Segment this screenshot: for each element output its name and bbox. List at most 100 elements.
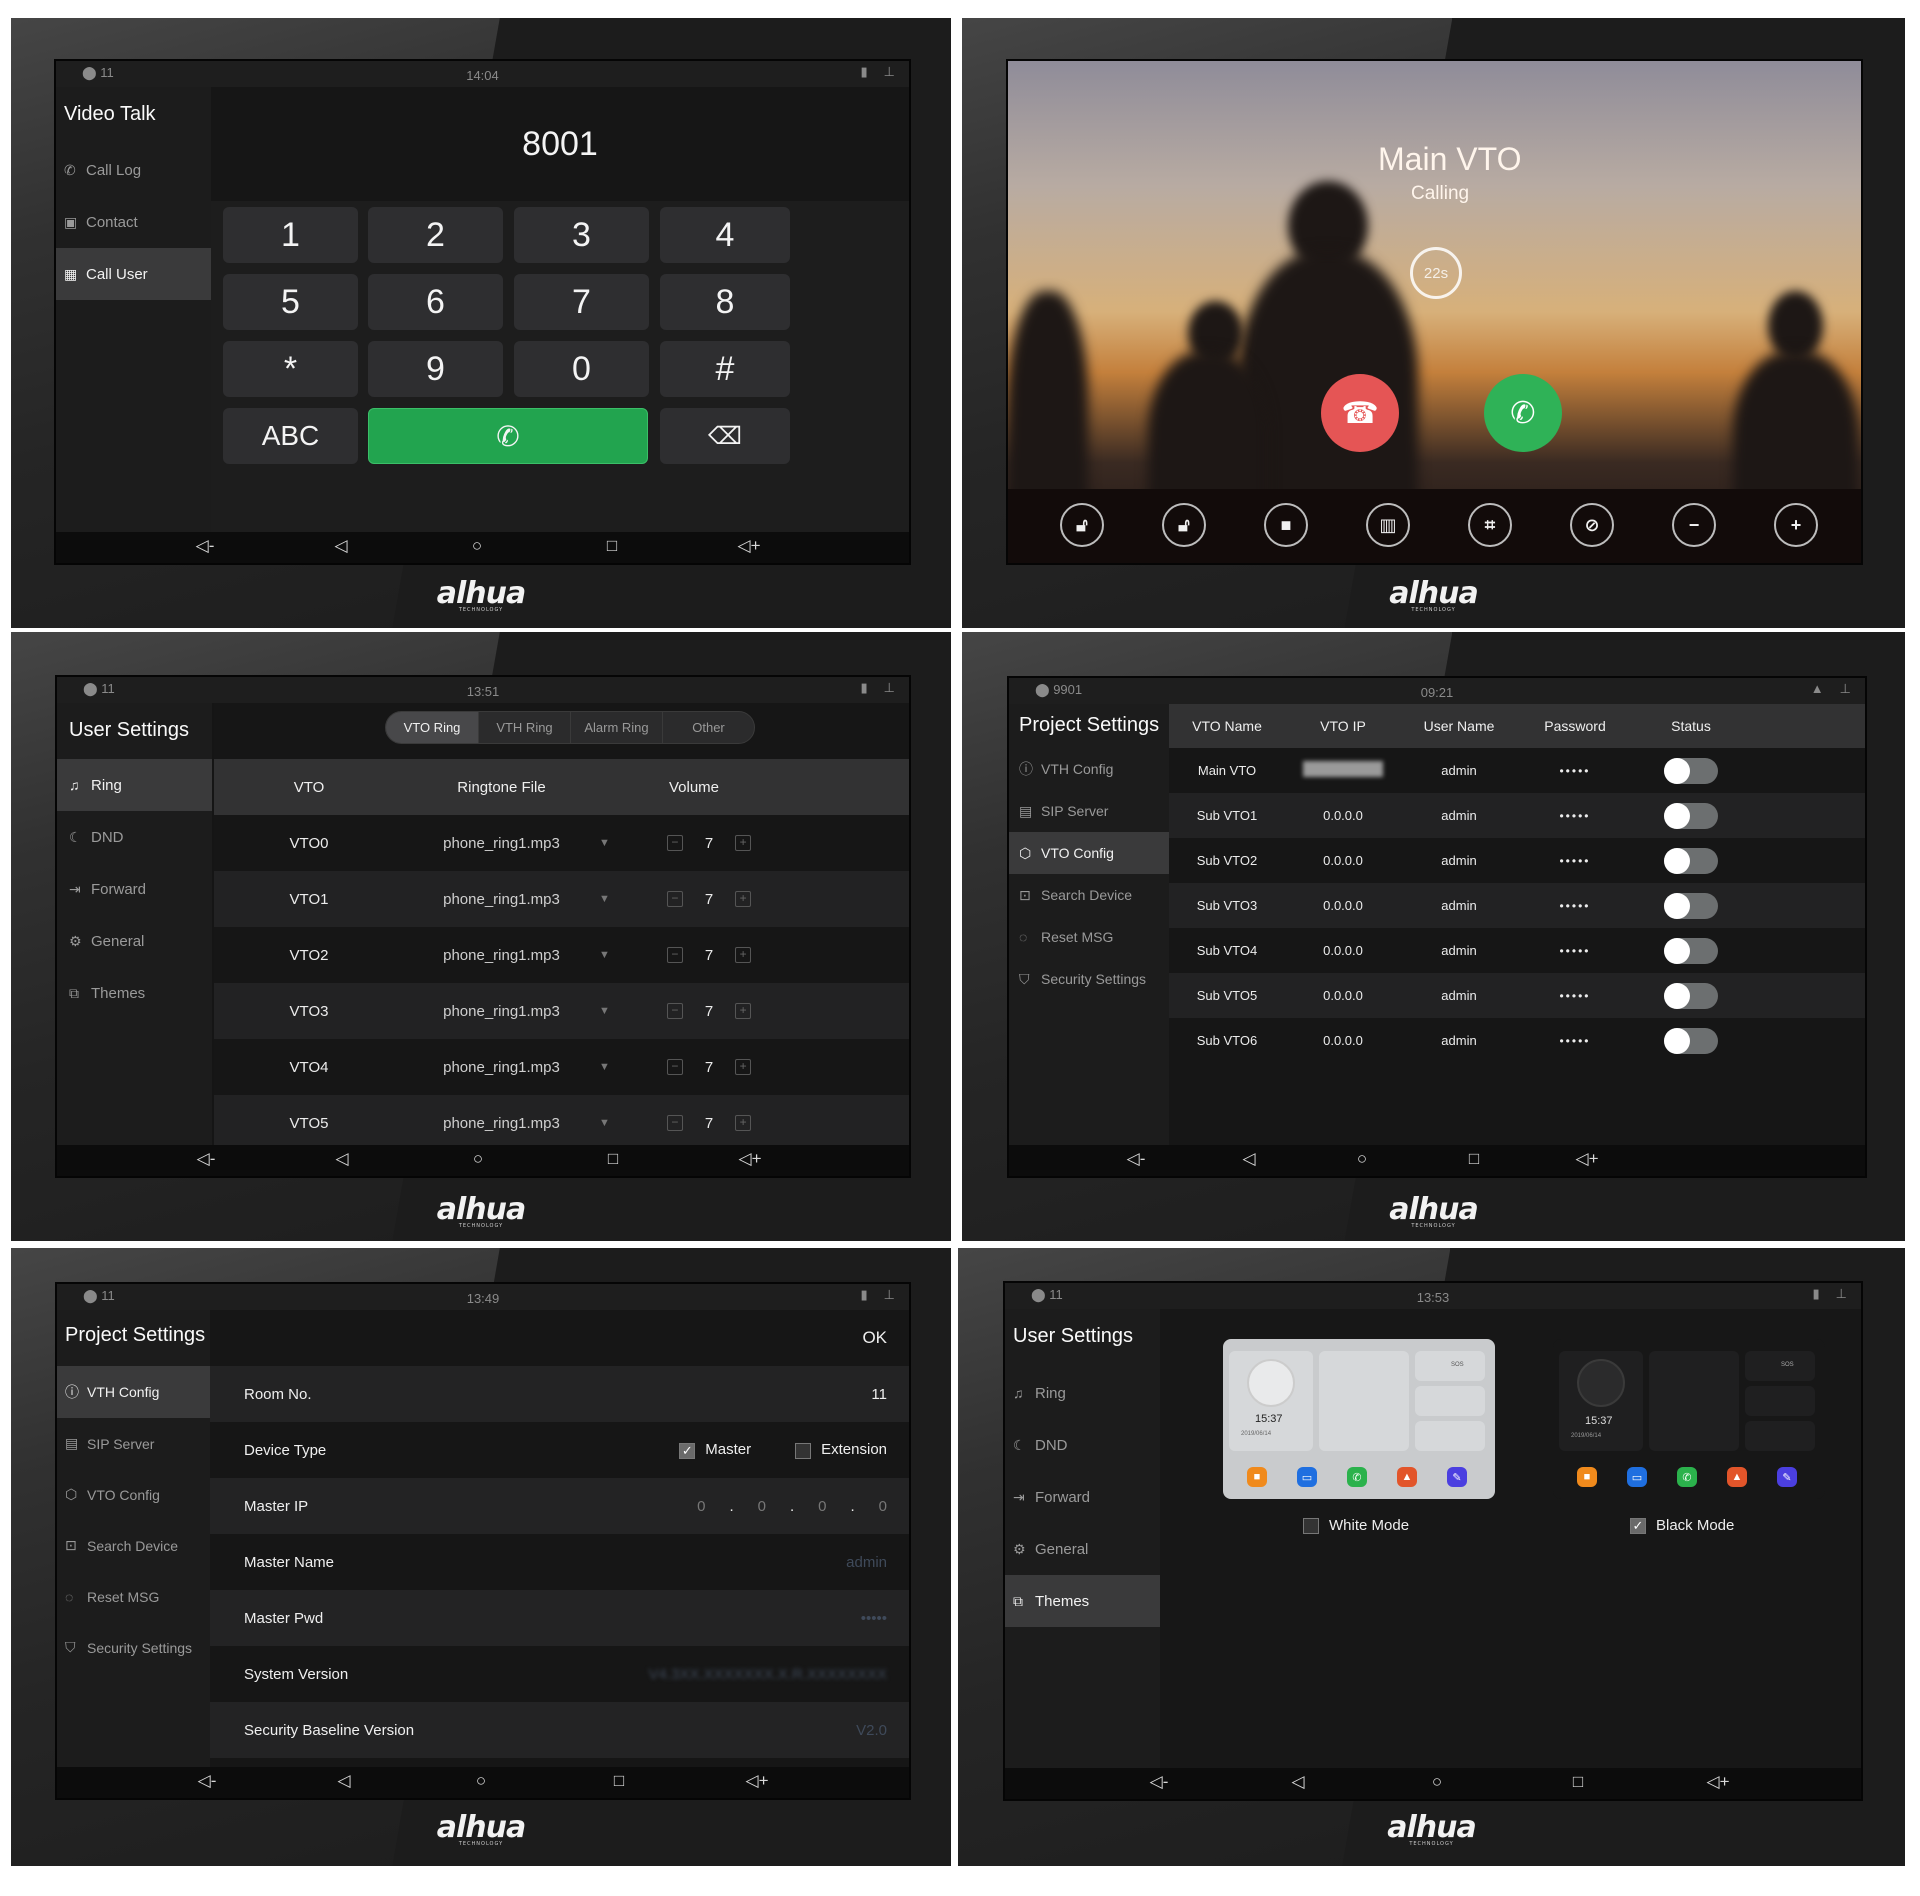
sidebar-item-contact[interactable]: ▣ Contact xyxy=(56,196,211,248)
home-icon[interactable]: ○ xyxy=(1432,1772,1442,1792)
key-9[interactable]: 9 xyxy=(368,341,503,397)
password-cell[interactable]: ••••• xyxy=(1517,854,1633,868)
sidebar-item-vth-config[interactable]: ⓘ VTH Config xyxy=(57,1366,210,1418)
password-cell[interactable]: ••••• xyxy=(1517,989,1633,1003)
snapshot-button[interactable]: ▥ xyxy=(1366,503,1410,547)
volume-up-icon[interactable]: ◁+ xyxy=(738,1149,761,1169)
dropdown-arrow-icon[interactable]: ▼ xyxy=(599,837,629,849)
home-icon[interactable]: ○ xyxy=(472,536,482,556)
vto-name-cell[interactable]: Sub VTO5 xyxy=(1169,988,1285,1003)
password-cell[interactable]: ••••• xyxy=(1517,944,1633,958)
status-toggle[interactable] xyxy=(1664,802,1718,829)
white-mode-option[interactable]: White Mode xyxy=(1303,1517,1409,1535)
volume-minus-button[interactable]: − xyxy=(666,1115,683,1131)
tab-vth-ring[interactable]: VTH Ring xyxy=(478,712,570,743)
vto-name-cell[interactable]: Sub VTO4 xyxy=(1169,943,1285,958)
vto-name-cell[interactable]: Sub VTO3 xyxy=(1169,898,1285,913)
key-3[interactable]: 3 xyxy=(514,207,649,263)
dropdown-arrow-icon[interactable]: ▼ xyxy=(599,949,629,961)
recents-icon[interactable]: □ xyxy=(1573,1772,1583,1792)
vto-name-cell[interactable]: Sub VTO2 xyxy=(1169,853,1285,868)
volume-plus-button[interactable]: + xyxy=(735,1115,752,1131)
sidebar-item-call-log[interactable]: ✆ Call Log xyxy=(56,144,211,196)
vto-ip-cell[interactable]: (blurred) xyxy=(1285,761,1401,780)
volume-up-icon[interactable]: ◁+ xyxy=(1706,1772,1729,1792)
mute-button[interactable]: ⊘ xyxy=(1570,503,1614,547)
sidebar-item-general[interactable]: ⚙ General xyxy=(57,915,212,967)
volume-down-icon[interactable]: ◁- xyxy=(196,536,215,556)
backspace-button[interactable]: ⌫ xyxy=(660,408,790,464)
volume-down-icon[interactable]: ◁- xyxy=(197,1149,216,1169)
record-button[interactable]: ■ xyxy=(1264,503,1308,547)
key-0[interactable]: 0 xyxy=(514,341,649,397)
tab-other[interactable]: Other xyxy=(662,712,754,743)
sidebar-item-reset-msg[interactable]: ◌ Reset MSG xyxy=(1009,916,1169,958)
sidebar-item-search-device[interactable]: ⊡ Search Device xyxy=(57,1520,210,1571)
home-icon[interactable]: ○ xyxy=(476,1771,486,1791)
status-toggle[interactable] xyxy=(1664,892,1718,919)
sidebar-item-dnd[interactable]: ☾ DND xyxy=(57,811,212,863)
recents-icon[interactable]: □ xyxy=(607,536,617,556)
password-cell[interactable]: ••••• xyxy=(1517,1034,1633,1048)
sidebar-item-themes[interactable]: ⧉ Themes xyxy=(57,967,212,1019)
sidebar-item-forward[interactable]: ⇥ Forward xyxy=(57,863,212,915)
password-cell[interactable]: ••••• xyxy=(1517,764,1633,778)
back-icon[interactable]: ◁ xyxy=(334,536,347,556)
user-name-cell[interactable]: admin xyxy=(1401,853,1517,868)
crop-button[interactable]: ⌗ xyxy=(1468,503,1512,547)
ringtone-select[interactable]: phone_ring1.mp3 xyxy=(404,1115,599,1132)
key-4[interactable]: 4 xyxy=(660,207,790,263)
recents-icon[interactable]: □ xyxy=(608,1149,618,1169)
key-5[interactable]: 5 xyxy=(223,274,358,330)
sidebar-item-security-settings[interactable]: ⛉ Security Settings xyxy=(1009,958,1169,1000)
vto-name-cell[interactable]: Sub VTO6 xyxy=(1169,1033,1285,1048)
status-toggle[interactable] xyxy=(1664,937,1718,964)
sidebar-item-vto-config[interactable]: ⬡ VTO Config xyxy=(57,1469,210,1520)
volume-minus-button[interactable]: − xyxy=(1672,503,1716,547)
key-2[interactable]: 2 xyxy=(368,207,503,263)
key-star[interactable]: * xyxy=(223,341,358,397)
user-name-cell[interactable]: admin xyxy=(1401,1033,1517,1048)
master-checkbox[interactable]: ✓ Master xyxy=(679,1441,751,1459)
key-6[interactable]: 6 xyxy=(368,274,503,330)
dropdown-arrow-icon[interactable]: ▼ xyxy=(599,893,629,905)
volume-plus-button[interactable]: + xyxy=(735,891,752,907)
user-name-cell[interactable]: admin xyxy=(1401,988,1517,1003)
volume-plus-button[interactable]: + xyxy=(735,835,752,851)
user-name-cell[interactable]: admin xyxy=(1401,898,1517,913)
hangup-button[interactable]: ☎ xyxy=(1321,374,1399,452)
white-mode-preview[interactable]: 15:37 2019/06/14 SOS ■ ▭ ✆ ▲ ✎ xyxy=(1223,1339,1495,1499)
ringtone-select[interactable]: phone_ring1.mp3 xyxy=(404,947,599,964)
volume-minus-button[interactable]: − xyxy=(666,1003,683,1019)
status-toggle[interactable] xyxy=(1664,847,1718,874)
home-icon[interactable]: ○ xyxy=(1357,1149,1367,1169)
key-hash[interactable]: # xyxy=(660,341,790,397)
sidebar-item-call-user[interactable]: ▦ Call User xyxy=(56,248,211,300)
back-icon[interactable]: ◁ xyxy=(1242,1149,1255,1169)
vto-ip-cell[interactable]: 0.0.0.0 xyxy=(1285,1033,1401,1048)
black-mode-option[interactable]: ✓ Black Mode xyxy=(1630,1517,1734,1535)
volume-plus-button[interactable]: + xyxy=(735,1059,752,1075)
vto-ip-cell[interactable]: 0.0.0.0 xyxy=(1285,943,1401,958)
master-pwd-input[interactable]: ••••• xyxy=(861,1610,887,1627)
vto-ip-cell[interactable]: 0.0.0.0 xyxy=(1285,988,1401,1003)
ringtone-select[interactable]: phone_ring1.mp3 xyxy=(404,891,599,908)
extension-checkbox[interactable]: Extension xyxy=(795,1441,887,1459)
volume-down-icon[interactable]: ◁- xyxy=(1127,1149,1146,1169)
tab-vto-ring[interactable]: VTO Ring xyxy=(386,712,478,743)
ringtone-select[interactable]: phone_ring1.mp3 xyxy=(404,1003,599,1020)
volume-down-icon[interactable]: ◁- xyxy=(1150,1772,1169,1792)
home-icon[interactable]: ○ xyxy=(473,1149,483,1169)
key-1[interactable]: 1 xyxy=(223,207,358,263)
ringtone-select[interactable]: phone_ring1.mp3 xyxy=(404,1059,599,1076)
back-icon[interactable]: ◁ xyxy=(337,1771,350,1791)
dropdown-arrow-icon[interactable]: ▼ xyxy=(599,1117,629,1129)
volume-up-icon[interactable]: ◁+ xyxy=(737,536,760,556)
volume-minus-button[interactable]: − xyxy=(666,947,683,963)
volume-minus-button[interactable]: − xyxy=(666,891,683,907)
status-toggle[interactable] xyxy=(1664,757,1718,784)
volume-down-icon[interactable]: ◁- xyxy=(198,1771,217,1791)
black-mode-preview[interactable]: 15:37 2019/06/14 SOS ■ ▭ ✆ ▲ ✎ xyxy=(1553,1339,1825,1499)
back-icon[interactable]: ◁ xyxy=(1291,1772,1304,1792)
sidebar-item-dnd[interactable]: ☾ DND xyxy=(1005,1419,1160,1471)
